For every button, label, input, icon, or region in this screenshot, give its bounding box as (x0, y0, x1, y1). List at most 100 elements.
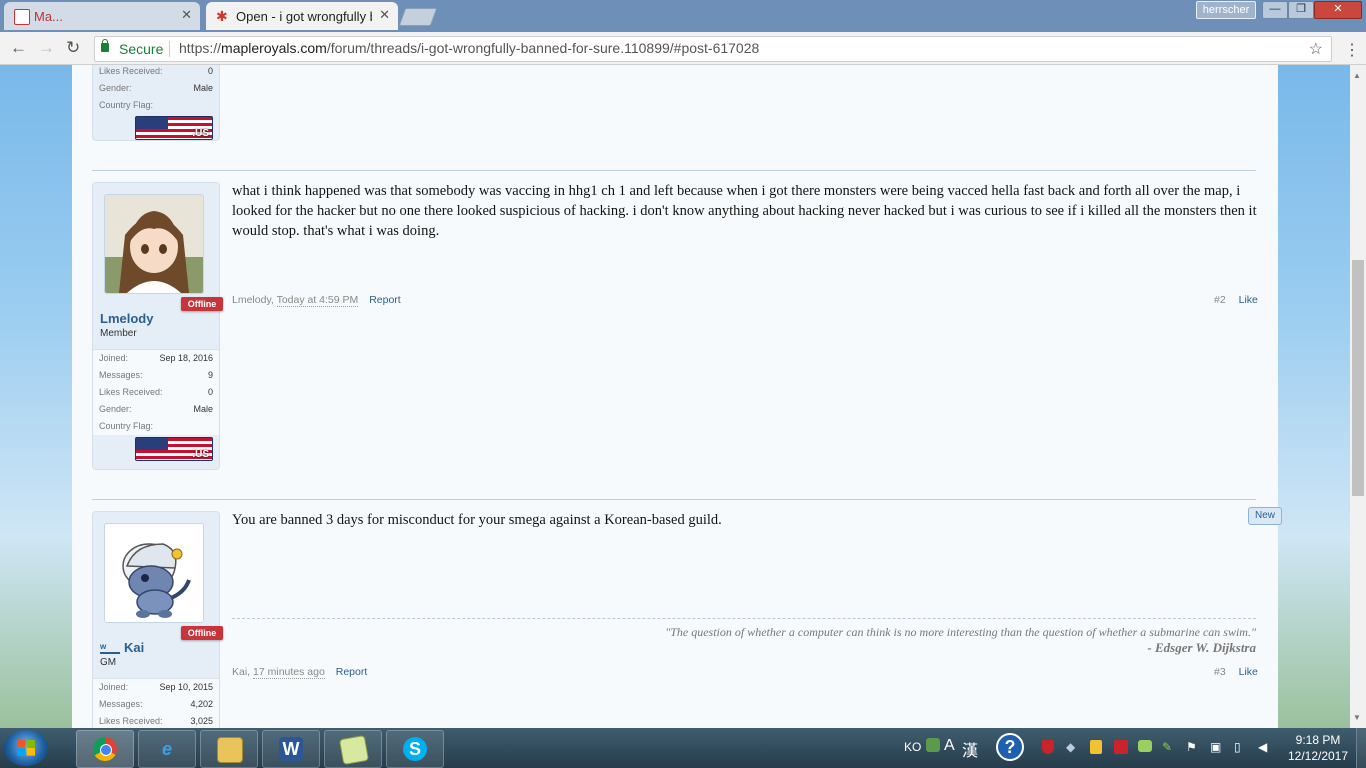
stat-value: Male (193, 404, 213, 414)
post-date[interactable]: 17 minutes ago (253, 666, 325, 679)
dragon-pet-avatar-icon (105, 524, 203, 622)
flag-label: .US (192, 449, 209, 460)
taskbar-chrome[interactable] (76, 730, 134, 768)
folder-icon (217, 737, 243, 763)
like-link[interactable]: Like (1239, 294, 1258, 306)
signature: "The question of whether a computer can … (232, 618, 1256, 656)
close-icon[interactable]: ✕ (181, 7, 192, 23)
post-author[interactable]: Kai, (232, 666, 250, 678)
windows-logo-icon (17, 740, 35, 756)
user-title: Member (100, 328, 137, 339)
scroll-down-arrow-icon[interactable]: ▼ (1353, 713, 1361, 722)
ime-alpha-mode[interactable]: A (944, 737, 955, 755)
us-flag-icon: .US (135, 437, 213, 461)
clock-date: 12/12/2017 (1287, 749, 1349, 763)
stat-row: Country Flag: (93, 418, 219, 435)
tab-active[interactable]: ✱ Open - i got wrongfully b ✕ (206, 2, 398, 30)
secure-label: Secure (119, 41, 164, 57)
stat-value: 3,025 (190, 716, 213, 726)
acrobat-icon[interactable] (1114, 740, 1128, 754)
post-divider (92, 170, 1256, 171)
evernote-icon[interactable]: ✎ (1162, 740, 1172, 754)
reload-icon[interactable]: ↻ (66, 38, 80, 58)
stat-key: Messages: (99, 699, 143, 709)
user-info-box: Offline w Kai GM Joined: Sep 10, 2015 Mess… (92, 511, 223, 728)
antivirus-shield-icon[interactable] (1042, 740, 1054, 754)
browser-toolbar: ← → ↻ Secure https://mapleroyals.com/for… (0, 32, 1366, 65)
scroll-up-arrow-icon[interactable]: ▲ (1353, 71, 1361, 80)
user-info-box: Likes Received: 0 Gender: Male Country Fla… (92, 65, 220, 141)
lock-tray-icon[interactable] (1090, 740, 1102, 754)
clock-time: 9:18 PM (1295, 733, 1341, 747)
system-clock[interactable]: 9:18 PM 12/12/2017 (1286, 732, 1350, 764)
tab-label: Ma... (34, 9, 63, 24)
close-icon[interactable]: ✕ (379, 7, 390, 23)
ime-language[interactable]: KO (904, 740, 921, 754)
taskbar-word[interactable]: W (262, 730, 320, 768)
post-date[interactable]: Today at 4:59 PM (276, 294, 359, 307)
post-number[interactable]: #3 (1214, 666, 1226, 678)
bookmark-star-icon[interactable]: ☆ (1309, 39, 1323, 59)
report-link[interactable]: Report (336, 666, 368, 678)
username-link[interactable]: w Kai (100, 640, 144, 655)
tab-inactive[interactable]: Ma... ✕ (4, 2, 200, 30)
stat-key: Messages: (99, 370, 143, 380)
taskbar-skype[interactable]: S (386, 730, 444, 768)
avatar[interactable] (104, 523, 204, 623)
maple-leaf-icon: ✱ (216, 8, 228, 24)
window-close-button[interactable]: ✕ (1314, 1, 1362, 19)
back-arrow-icon[interactable]: ← (10, 38, 27, 58)
address-bar[interactable]: Secure https://mapleroyals.com/forum/thr… (94, 36, 1332, 62)
volume-icon[interactable]: ◀ (1258, 740, 1267, 754)
ime-toolbar-icon[interactable] (926, 738, 940, 752)
ime-hanja-mode[interactable]: 漢 (962, 737, 978, 761)
page-viewport: Likes Received: 0 Gender: Male Country Fla… (0, 65, 1350, 728)
taskbar-explorer[interactable] (200, 730, 258, 768)
taskbar-notes[interactable] (324, 730, 382, 768)
maximize-button[interactable]: ❐ (1288, 1, 1314, 19)
device-icon[interactable]: ▯ (1234, 740, 1241, 754)
stat-row: Gender: Male (93, 401, 219, 418)
show-desktop-button[interactable] (1356, 728, 1366, 768)
anime-girl-avatar-icon (105, 195, 203, 293)
post-actions: #2 Like (1214, 294, 1258, 306)
stat-key: Country Flag: (99, 421, 154, 431)
stat-key: Gender: (99, 404, 132, 414)
post-author[interactable]: Lmelody, (232, 294, 274, 306)
url-path: /forum/threads/i-got-wrongfully-banned-f… (326, 40, 760, 56)
stat-key: Joined: (99, 682, 129, 692)
user-stats: Joined: Sep 10, 2015 Messages: 4,202 Likes… (93, 678, 219, 728)
dropbox-icon[interactable]: ◆ (1066, 740, 1075, 754)
messenger-icon[interactable] (1138, 740, 1152, 752)
username-link[interactable]: Lmelody (100, 311, 153, 326)
taskbar-ie[interactable]: e (138, 730, 196, 768)
forward-arrow-icon[interactable]: → (38, 38, 55, 58)
post-actions: #3 Like (1214, 666, 1258, 678)
user-stats: Joined: Sep 18, 2016 Messages: 9 Likes Rec… (93, 349, 219, 435)
browser-menu-icon[interactable]: ⋮ (1344, 40, 1360, 60)
help-icon[interactable]: ? (996, 733, 1024, 761)
avatar[interactable] (104, 194, 204, 294)
report-link[interactable]: Report (369, 294, 401, 306)
internet-explorer-icon: e (161, 739, 172, 759)
skype-icon: S (403, 737, 427, 761)
stat-key: Gender: (99, 83, 132, 93)
new-tab-button[interactable] (398, 8, 438, 26)
post-divider (92, 499, 1256, 500)
stat-row: Gender: Male (93, 80, 219, 97)
post-number[interactable]: #2 (1214, 294, 1226, 306)
gmail-icon (14, 9, 30, 25)
network-icon[interactable]: ▣ (1210, 740, 1221, 754)
start-button[interactable] (4, 730, 48, 766)
minimize-button[interactable]: — (1262, 1, 1288, 19)
status-badge: Offline (181, 297, 223, 311)
post-meta: Kai, 17 minutes ago Report (232, 666, 368, 679)
stat-row: Messages: 4,202 (93, 696, 219, 713)
scrollbar-thumb[interactable] (1352, 260, 1364, 496)
url-text[interactable]: https://mapleroyals.com/forum/threads/i-… (179, 40, 759, 56)
like-link[interactable]: Like (1239, 666, 1258, 678)
gm-badge-icon: w (100, 642, 120, 654)
vertical-scrollbar[interactable]: ▲ ▼ (1350, 65, 1366, 728)
profile-button[interactable]: herrscher (1196, 1, 1256, 19)
action-center-flag-icon[interactable]: ⚑ (1186, 740, 1197, 754)
